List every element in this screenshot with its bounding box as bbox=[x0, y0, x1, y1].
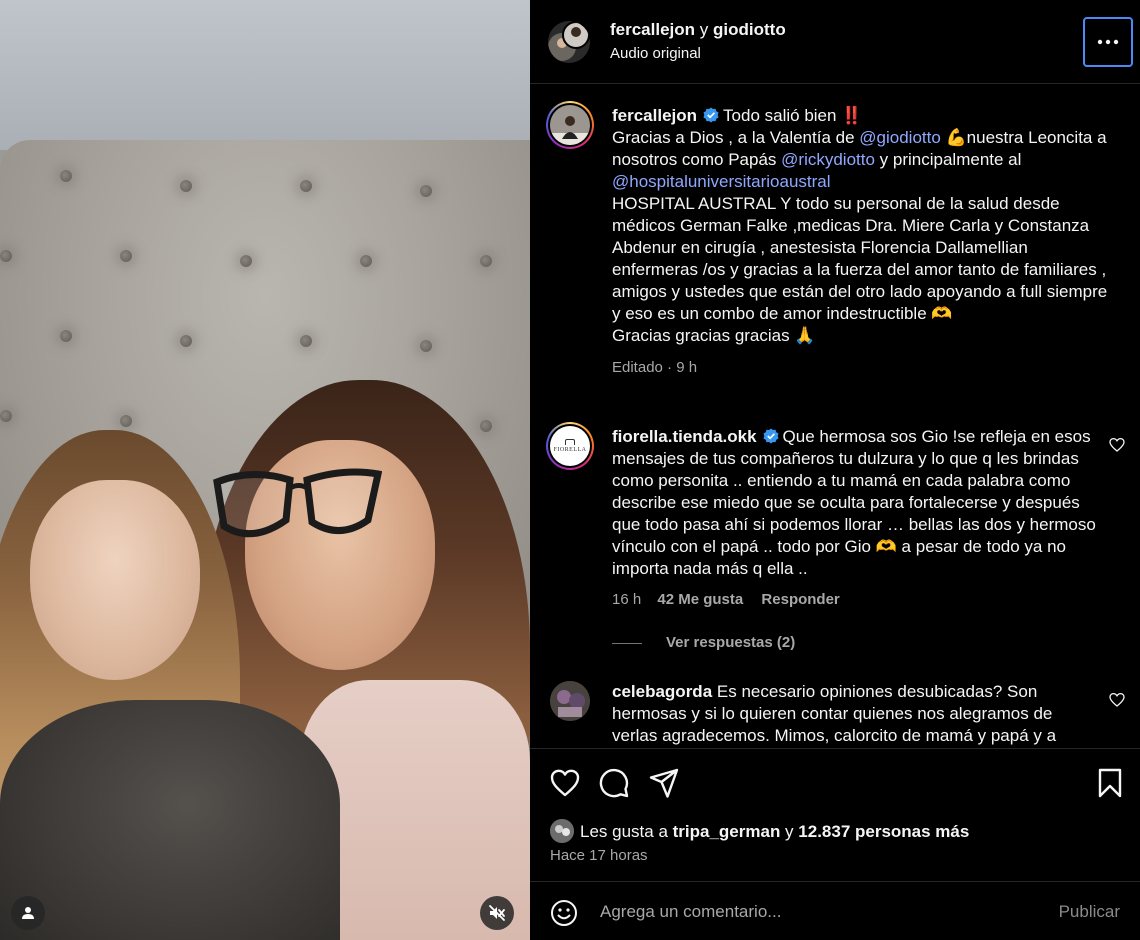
verified-icon bbox=[703, 107, 719, 123]
comment1-age[interactable]: 16 h bbox=[612, 591, 641, 608]
liker-avatar[interactable] bbox=[550, 819, 574, 843]
comment2-username[interactable]: celebagorda bbox=[612, 682, 712, 701]
mute-button[interactable] bbox=[480, 896, 514, 930]
caption-line1: Todo salió bien ‼️ bbox=[723, 106, 863, 125]
post-caption: fercallejon Todo salió bien ‼️ Gracias a … bbox=[612, 105, 1112, 379]
comments-feed[interactable]: fercallejon Todo salió bien ‼️ Gracias a … bbox=[530, 85, 1140, 747]
caption-body: HOSPITAL AUSTRAL Y todo su personal de l… bbox=[612, 194, 1108, 323]
verified-icon bbox=[763, 428, 779, 444]
post-authors: fercallejon y giodiotto bbox=[610, 20, 786, 40]
authors-joiner: y bbox=[699, 20, 709, 39]
edited-label: Editado bbox=[612, 359, 663, 376]
author-avatar-group[interactable] bbox=[548, 21, 590, 63]
more-icon bbox=[1097, 39, 1119, 45]
caption-username[interactable]: fercallejon bbox=[612, 106, 697, 125]
post-footer: Les gusta a tripa_german y 12.837 person… bbox=[530, 748, 1140, 940]
caption-age[interactable]: 9 h bbox=[676, 359, 697, 376]
view-replies[interactable]: Ver respuestas (2) bbox=[612, 632, 1102, 654]
likes-mid: y bbox=[780, 822, 799, 841]
mute-icon bbox=[489, 905, 505, 921]
post-panel: fercallejon y giodiotto Audio original f… bbox=[530, 0, 1140, 940]
view-replies-label[interactable]: Ver respuestas (2) bbox=[666, 632, 795, 654]
wall-background bbox=[0, 0, 530, 150]
caption-thanks: Gracias gracias gracias 🙏 bbox=[612, 326, 816, 345]
caption-text-a: Gracias a Dios , a la Valentía de bbox=[612, 128, 860, 147]
comment1-like-icon[interactable] bbox=[1109, 437, 1125, 453]
likes-count[interactable]: 12.837 personas más bbox=[798, 822, 969, 841]
comment1-avatar[interactable]: FIORELLA bbox=[546, 422, 594, 470]
post-media[interactable] bbox=[0, 0, 530, 940]
caption-avatar[interactable] bbox=[546, 101, 594, 149]
likes-prefix: Les gusta a bbox=[580, 822, 673, 841]
user-tag-icon bbox=[22, 907, 34, 919]
girl-sweater bbox=[0, 700, 340, 940]
comment-icon[interactable] bbox=[598, 767, 630, 799]
post-time[interactable]: Hace 17 horas bbox=[550, 847, 648, 864]
audio-link[interactable]: Audio original bbox=[610, 45, 701, 62]
comment2-like-icon[interactable] bbox=[1109, 692, 1125, 708]
add-comment-row: Agrega un comentario... Publicar bbox=[530, 881, 1140, 940]
comment1-likes[interactable]: 42 Me gusta bbox=[657, 591, 743, 608]
girl-face bbox=[30, 480, 200, 680]
comment1-username[interactable]: fiorella.tienda.okk bbox=[612, 427, 757, 446]
likes-summary[interactable]: Les gusta a tripa_german y 12.837 person… bbox=[580, 822, 969, 842]
emoji-icon[interactable] bbox=[550, 899, 578, 927]
glasses bbox=[213, 468, 382, 538]
mention-rickydiotto[interactable]: @rickydiotto bbox=[781, 150, 875, 169]
comment2-avatar[interactable] bbox=[550, 681, 590, 721]
user-tag-button[interactable] bbox=[11, 896, 45, 930]
post-header: fercallejon y giodiotto Audio original bbox=[530, 0, 1140, 84]
author-link-1[interactable]: fercallejon bbox=[610, 20, 695, 39]
comment-2: celebagorda Es necesario opiniones desub… bbox=[612, 681, 1102, 747]
caption-text-c: y principalmente al bbox=[874, 150, 1022, 169]
mention-hospital[interactable]: @hospitaluniversitarioaustral bbox=[612, 172, 831, 191]
mention-giodiotto[interactable]: @giodiotto bbox=[859, 128, 941, 147]
share-icon[interactable] bbox=[648, 767, 680, 799]
comment-1: fiorella.tienda.okk Que hermosa sos Gio !… bbox=[612, 426, 1102, 654]
more-options-button[interactable] bbox=[1083, 17, 1133, 67]
publish-button[interactable]: Publicar bbox=[1059, 902, 1120, 922]
author-link-2[interactable]: giodiotto bbox=[713, 20, 786, 39]
bookmark-icon[interactable] bbox=[1094, 767, 1126, 799]
comment1-avatar-text: FIORELLA bbox=[553, 447, 587, 453]
comment1-meta: 16 h 42 Me gusta Responder bbox=[612, 589, 1102, 611]
like-icon[interactable] bbox=[549, 767, 581, 799]
comment1-reply-button[interactable]: Responder bbox=[761, 591, 839, 608]
caption-meta: Editado · 9 h bbox=[612, 357, 1112, 379]
comment-input[interactable]: Agrega un comentario... bbox=[600, 902, 781, 922]
comment1-text: Que hermosa sos Gio !se refleja en esos … bbox=[612, 427, 1096, 578]
likes-user[interactable]: tripa_german bbox=[673, 822, 781, 841]
meta-dot: · bbox=[667, 359, 673, 376]
